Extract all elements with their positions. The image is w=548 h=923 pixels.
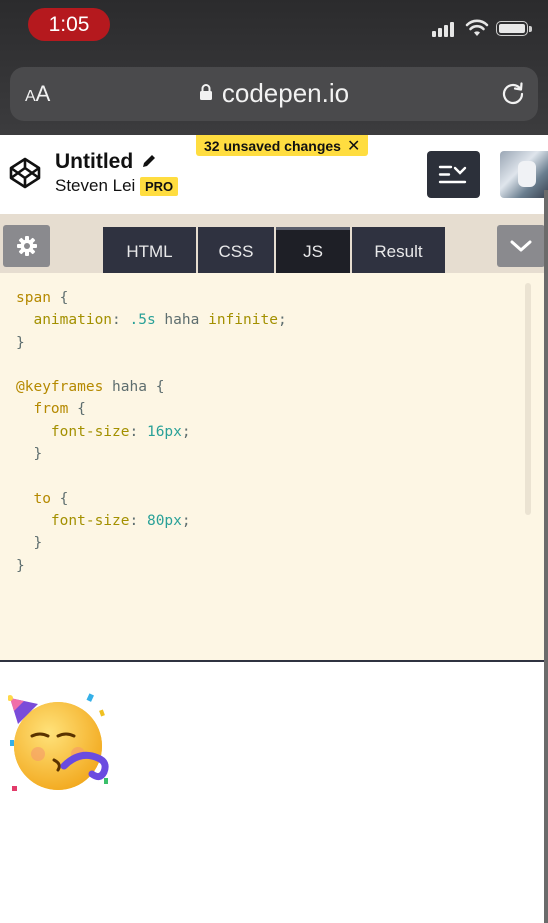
code-token: infinite bbox=[208, 312, 278, 329]
result-preview bbox=[0, 662, 544, 923]
code-token: 16px bbox=[146, 423, 182, 440]
wifi-icon bbox=[465, 19, 489, 36]
close-icon[interactable]: ✕ bbox=[347, 136, 360, 156]
settings-button[interactable] bbox=[3, 225, 50, 267]
code-token: { bbox=[68, 401, 86, 418]
code-token: } bbox=[16, 535, 43, 552]
battery-icon bbox=[496, 21, 532, 36]
code-line[interactable]: span { bbox=[16, 287, 548, 309]
user-avatar[interactable] bbox=[500, 151, 548, 198]
code-line[interactable]: } bbox=[16, 555, 548, 577]
code-line[interactable]: from { bbox=[16, 398, 548, 420]
url-text[interactable]: codepen.io bbox=[10, 78, 538, 109]
code-token: } bbox=[16, 334, 25, 351]
code-line[interactable]: } bbox=[16, 443, 548, 465]
code-line[interactable]: } bbox=[16, 332, 548, 354]
tab-css[interactable]: CSS bbox=[198, 227, 274, 273]
party-face-emoji-icon bbox=[8, 693, 109, 791]
code-token: haha bbox=[155, 312, 209, 329]
code-token: ; bbox=[277, 312, 287, 329]
page-right-edge bbox=[544, 190, 548, 923]
url-bar[interactable]: AA codepen.io bbox=[10, 67, 538, 121]
code-line[interactable]: } bbox=[16, 532, 548, 554]
change-view-button[interactable] bbox=[427, 151, 480, 198]
code-line[interactable]: @keyframes haha { bbox=[16, 376, 548, 398]
editor-dropdown-button[interactable] bbox=[497, 225, 545, 267]
code-token: span bbox=[16, 290, 51, 306]
code-token: from bbox=[16, 401, 69, 418]
tab-js[interactable]: JS bbox=[276, 227, 350, 273]
code-token: font-size bbox=[16, 512, 130, 529]
code-line[interactable]: to { bbox=[16, 488, 548, 510]
lock-icon bbox=[199, 84, 212, 101]
pen-title[interactable]: Untitled bbox=[55, 150, 133, 174]
tab-html[interactable]: HTML bbox=[103, 227, 196, 273]
author-name[interactable]: Steven Lei bbox=[55, 176, 135, 196]
code-token: haha { bbox=[103, 379, 165, 396]
code-line[interactable]: animation: .5s haha infinite; bbox=[16, 309, 548, 331]
code-token: font-size bbox=[16, 423, 130, 440]
codepen-logo-icon[interactable] bbox=[9, 157, 41, 189]
layout-menu-icon bbox=[438, 165, 467, 184]
code-token: @keyframes bbox=[16, 379, 104, 396]
cellular-signal-icon bbox=[432, 22, 454, 37]
editor-tab-bar: HTML CSS JS Result bbox=[0, 214, 548, 273]
browser-chrome: 1:05 AA codepen.io bbox=[0, 0, 548, 135]
code-line[interactable] bbox=[16, 354, 548, 376]
code-token: to bbox=[16, 490, 51, 507]
code-token: animation bbox=[16, 312, 113, 329]
code-editor[interactable]: span { animation: .5s haha infinite;} @ke… bbox=[0, 273, 548, 661]
chevron-down-icon bbox=[510, 240, 532, 252]
tab-result[interactable]: Result bbox=[352, 227, 445, 273]
gear-icon bbox=[16, 236, 37, 256]
unsaved-changes-label: 32 unsaved changes bbox=[204, 137, 341, 154]
pro-badge: PRO bbox=[140, 177, 179, 196]
code-token: { bbox=[50, 290, 69, 306]
code-line[interactable] bbox=[16, 465, 548, 487]
code-token: : bbox=[112, 312, 130, 329]
code-line[interactable]: font-size: 80px; bbox=[16, 510, 548, 532]
edit-title-pencil-icon[interactable] bbox=[141, 153, 157, 169]
code-token: : bbox=[129, 423, 147, 440]
reload-icon[interactable] bbox=[500, 80, 526, 106]
code-token: : bbox=[129, 512, 147, 529]
status-time: 1:05 bbox=[28, 8, 110, 41]
codepen-header: Untitled Steven Lei PRO 32 unsaved chang… bbox=[0, 135, 548, 214]
code-token: ; bbox=[181, 423, 191, 440]
code-token: } bbox=[16, 557, 25, 574]
unsaved-changes-banner[interactable]: 32 unsaved changes ✕ bbox=[196, 135, 369, 156]
code-token: { bbox=[50, 490, 69, 507]
code-token: .5s bbox=[129, 312, 156, 329]
code-token: } bbox=[16, 446, 43, 463]
code-token: ; bbox=[181, 512, 191, 529]
editor-scrollbar[interactable] bbox=[525, 283, 531, 515]
code-line[interactable]: font-size: 16px; bbox=[16, 421, 548, 443]
code-token: 80px bbox=[146, 512, 182, 529]
